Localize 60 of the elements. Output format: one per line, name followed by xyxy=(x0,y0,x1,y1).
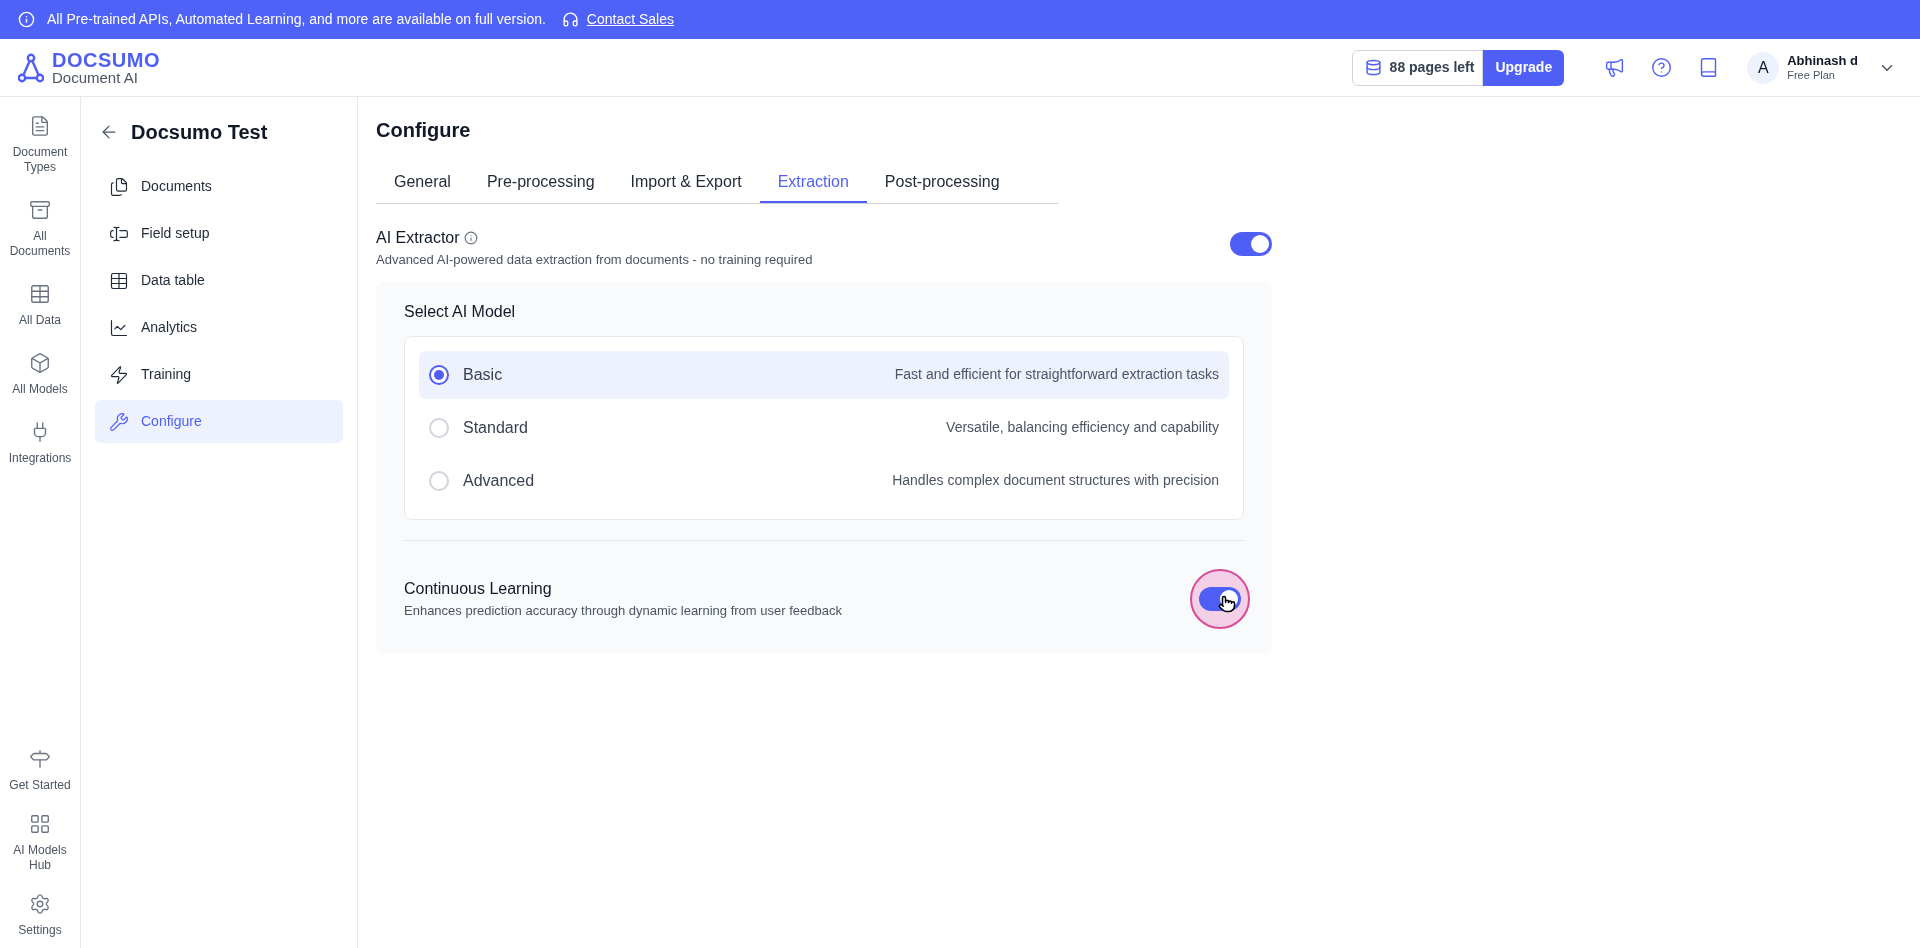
model-option[interactable]: Advanced Handles complex document structures with precision xyxy=(419,456,1229,505)
model-heading: Select AI Model xyxy=(404,301,517,322)
grid-icon[interactable] xyxy=(29,813,51,835)
logo-icon xyxy=(18,52,44,83)
table-icon xyxy=(109,270,129,291)
rail-item-label[interactable]: Integrations xyxy=(8,451,72,466)
lightning-icon xyxy=(109,364,129,385)
tab[interactable]: General xyxy=(376,163,469,203)
upgrade-button[interactable]: Upgrade xyxy=(1483,49,1565,86)
banner-message: All Pre-trained APIs, Automated Learning, and more are available on full version. xyxy=(47,10,546,29)
radio-button[interactable] xyxy=(429,364,449,385)
user-avatar[interactable]: A xyxy=(1747,51,1780,84)
sidebar-item[interactable]: Data table xyxy=(95,259,343,302)
rail-item-label[interactable]: Document Types xyxy=(4,145,76,175)
sidebar-item[interactable]: Field setup xyxy=(95,212,343,255)
user-plan: Free Plan xyxy=(1787,68,1836,83)
settings-icon[interactable] xyxy=(29,893,51,915)
tab[interactable]: Extraction xyxy=(759,163,867,203)
logo-wordmark: DOCSUMO xyxy=(52,50,160,70)
tab[interactable]: Pre-processing xyxy=(468,163,613,203)
info-icon xyxy=(18,11,35,28)
table-icon[interactable] xyxy=(29,283,51,305)
pages-left-text: 88 pages left xyxy=(1389,58,1475,77)
wrench-icon xyxy=(109,411,129,432)
section-title: Continuous Learning xyxy=(404,578,553,599)
rail-item-label[interactable]: Settings xyxy=(18,923,62,938)
help-icon[interactable] xyxy=(1651,57,1673,78)
rail-item-label[interactable]: Get Started xyxy=(9,778,71,793)
logo-tagline: Document AI xyxy=(52,70,139,85)
headset-icon xyxy=(561,11,579,28)
ai-extractor-toggle[interactable] xyxy=(1230,232,1272,257)
section-description: Advanced AI-powered data extraction from documents - no training required xyxy=(376,251,813,269)
model-option[interactable]: Standard Versatile, balancing efficiency and capability xyxy=(419,403,1229,452)
coins-icon xyxy=(1364,59,1382,76)
archive-icon[interactable] xyxy=(29,199,51,221)
line-chart-icon xyxy=(109,317,129,338)
tab[interactable]: Import & Export xyxy=(612,163,760,203)
info-icon[interactable] xyxy=(463,231,478,245)
pointer-cursor-icon xyxy=(1218,594,1236,613)
contact-sales-link[interactable]: Contact Sales xyxy=(586,9,674,30)
signpost-icon[interactable] xyxy=(29,748,51,770)
section-description: Enhances prediction accuracy through dynamic learning from user feedback xyxy=(404,601,842,620)
user-name: Abhinash d xyxy=(1787,52,1858,69)
tab[interactable]: Post-processing xyxy=(866,163,1018,203)
section-title: AI Extractor xyxy=(376,228,460,248)
sidebar-item[interactable]: Configure xyxy=(95,400,343,443)
rail-item-label[interactable]: All Documents xyxy=(4,229,76,259)
cube-icon[interactable] xyxy=(29,352,51,374)
rail-item-label[interactable]: AI Models Hub xyxy=(4,843,76,873)
model-option[interactable]: Basic Fast and efficient for straightforward extraction tasks xyxy=(419,350,1229,399)
rail-item-label[interactable]: All Models xyxy=(12,382,68,397)
project-title: Docsumo Test xyxy=(131,120,268,145)
sidebar-item[interactable]: Documents xyxy=(95,165,343,208)
page-title: Configure xyxy=(376,118,472,143)
document-icon[interactable] xyxy=(29,115,51,137)
sidebar-item[interactable]: Training xyxy=(95,353,343,396)
sidebar-item[interactable]: Analytics xyxy=(95,306,343,349)
documents-icon xyxy=(109,176,129,197)
rail-item-label[interactable]: All Data xyxy=(19,313,61,328)
megaphone-icon[interactable] xyxy=(1604,57,1626,78)
